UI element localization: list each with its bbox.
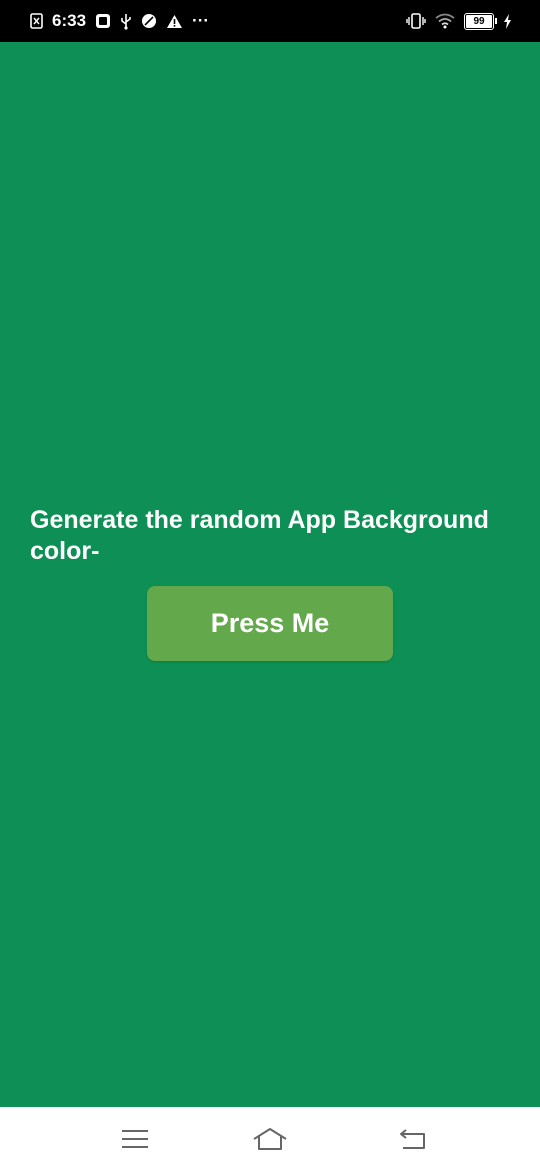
status-right: 99 — [406, 12, 512, 30]
status-left: 6:33 ··· — [30, 11, 209, 31]
menu-button[interactable] — [115, 1123, 155, 1155]
press-me-button[interactable]: Press Me — [147, 586, 393, 661]
app-background: Generate the random App Background color… — [0, 42, 540, 1107]
home-button[interactable] — [250, 1123, 290, 1155]
battery-percentage: 99 — [473, 15, 485, 27]
menu-icon — [122, 1130, 148, 1148]
document-icon — [30, 13, 43, 29]
home-icon — [253, 1128, 287, 1150]
vibrate-icon — [406, 13, 426, 29]
back-button[interactable] — [392, 1123, 432, 1155]
charging-icon — [503, 13, 512, 29]
status-time: 6:33 — [52, 11, 87, 30]
app-notification-icon — [95, 13, 111, 29]
navigation-bar — [0, 1107, 540, 1170]
status-bar: 6:33 ··· 99 — [0, 0, 540, 42]
wifi-icon — [435, 13, 455, 29]
battery-icon: 99 — [464, 12, 497, 30]
prompt-text: Generate the random App Background color… — [30, 506, 489, 565]
leaf-icon — [141, 13, 157, 29]
usb-icon — [120, 13, 132, 30]
back-icon — [400, 1129, 425, 1149]
more-notifications-icon: ··· — [192, 11, 210, 30]
warning-icon — [166, 14, 183, 29]
